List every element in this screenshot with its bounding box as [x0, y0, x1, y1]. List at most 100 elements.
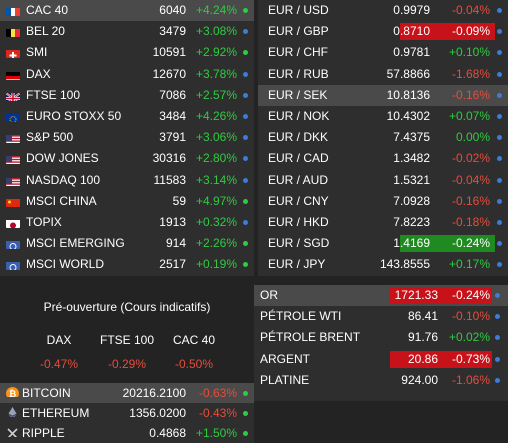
instrument-name: EUR / DKK	[268, 130, 329, 145]
instrument-change: -0.02%	[451, 151, 490, 166]
forex-row[interactable]: EUR / CHF 0.9781 +0.10%	[258, 42, 508, 63]
status-dot-icon	[243, 29, 248, 35]
commodity-row[interactable]: PÉTROLE WTI 86.41 -0.10%	[254, 306, 508, 327]
instrument-name: DOW JONES	[26, 151, 99, 166]
status-dot-icon	[243, 113, 248, 119]
forex-row[interactable]: EUR / AUD 1.5321 -0.04%	[258, 170, 508, 191]
crypto-panel: ₿ BITCOIN 20216.2100 -0.63% ETHEREUM 1356.020…	[0, 383, 254, 443]
crypto-row[interactable]: ₿ BITCOIN 20216.2100 -0.63%	[0, 383, 254, 403]
status-dot-icon	[243, 71, 248, 77]
xrp-icon	[6, 426, 20, 437]
index-row[interactable]: BEL 20 3479 +3.08%	[0, 21, 254, 42]
instrument-value: 10.8136	[386, 87, 430, 102]
instrument-change: +4.24%	[195, 3, 237, 17]
instrument-name: TOPIX	[26, 214, 62, 229]
flag-un-icon	[6, 259, 20, 271]
instrument-change: +3.08%	[195, 24, 237, 39]
commodity-row[interactable]: PLATINE 924.00 -1.06%	[254, 370, 508, 391]
instrument-name: FTSE 100	[26, 87, 81, 102]
forex-row[interactable]: EUR / DKK 7.4375 0.00%	[258, 127, 508, 148]
flag-us-icon	[6, 153, 20, 165]
crypto-list: ₿ BITCOIN 20216.2100 -0.63% ETHEREUM 1356.020…	[0, 383, 254, 443]
instrument-value: 7.4375	[393, 130, 430, 145]
instrument-value: 1.4169	[393, 236, 430, 251]
instrument-name: EUR / NOK	[268, 108, 330, 123]
instrument-name: PLATINE	[260, 372, 310, 387]
instrument-change: +0.02%	[448, 330, 490, 345]
flag-ch-icon	[6, 47, 20, 59]
commodity-row[interactable]: OR 1721.33 -0.24%	[254, 285, 508, 307]
status-dot-icon	[497, 29, 502, 35]
index-row[interactable]: EURO STOXX 50 3484 +4.26%	[0, 106, 254, 127]
status-dot-icon	[243, 92, 248, 98]
instrument-change: -0.04%	[451, 3, 490, 17]
index-row[interactable]: MSCI CHINA 59 +4.97%	[0, 191, 254, 212]
forex-row[interactable]: EUR / RUB 57.8866 -1.68%	[258, 64, 508, 85]
preopen-title: Pré-ouverture (Cours indicatifs)	[43, 300, 211, 314]
flag-gb-icon	[6, 90, 20, 101]
instrument-change: -0.43%	[198, 406, 237, 420]
flag-fr-icon	[6, 5, 20, 16]
status-dot-icon	[497, 113, 502, 119]
forex-row[interactable]: EUR / JPY 143.8555 +0.17%	[258, 254, 508, 275]
status-dot-icon	[497, 241, 502, 247]
instrument-change: +3.78%	[195, 66, 237, 81]
status-dot-icon	[497, 262, 502, 268]
instrument-change: +3.14%	[195, 172, 237, 187]
instrument-change: +1.50%	[195, 426, 237, 440]
flag-un-icon	[6, 238, 20, 250]
svg-text:₿: ₿	[9, 389, 16, 397]
indices-panel: CAC 40 6040 +4.24% BEL 20 3479 +3.08% SMI 10591…	[0, 0, 254, 276]
status-dot-icon	[497, 177, 502, 183]
index-row[interactable]: FTSE 100 7086 +2.57%	[0, 85, 254, 106]
forex-row[interactable]: EUR / CNY 7.0928 -0.16%	[258, 191, 508, 212]
instrument-change: -1.68%	[451, 66, 490, 81]
crypto-row[interactable]: ETHEREUM 1356.0200 -0.43%	[0, 403, 254, 423]
index-row[interactable]: TOPIX 1913 +0.32%	[0, 212, 254, 233]
instrument-value: 20.86	[407, 351, 438, 366]
instrument-change: +0.10%	[448, 45, 490, 60]
commodity-row[interactable]: ARGENT 20.86 -0.73%	[254, 349, 508, 370]
instrument-name: PÉTROLE WTI	[260, 309, 342, 324]
index-row[interactable]: CAC 40 6040 +4.24%	[0, 0, 254, 22]
forex-row[interactable]: EUR / SEK 10.8136 -0.16%	[258, 84, 508, 106]
preopen-val-ftse: -0.29%	[107, 357, 147, 371]
status-dot-icon	[497, 156, 502, 162]
instrument-change: -0.24%	[451, 288, 490, 302]
instrument-name: EUR / AUD	[268, 172, 329, 187]
preopen-col-dax: DAX	[46, 333, 72, 347]
forex-row[interactable]: EUR / NOK 10.4302 +0.07%	[258, 106, 508, 127]
index-row[interactable]: S&P 500 3791 +3.06%	[0, 127, 254, 148]
status-dot-icon	[495, 314, 500, 320]
index-row[interactable]: NASDAQ 100 11583 +3.14%	[0, 170, 254, 191]
instrument-value: 30316	[152, 151, 186, 166]
flag-us-icon	[6, 132, 20, 144]
forex-row[interactable]: EUR / USD 0.9979 -0.04%	[258, 0, 508, 21]
instrument-value: 1.3482	[393, 151, 430, 166]
crypto-row[interactable]: RIPPLE 0.4868 +1.50%	[0, 423, 254, 443]
instrument-change: +2.92%	[195, 45, 237, 60]
index-row[interactable]: MSCI WORLD 2517 +0.19%	[0, 254, 254, 275]
instrument-name: EURO STOXX 50	[26, 108, 122, 123]
status-dot-icon	[495, 293, 500, 298]
index-row[interactable]: MSCI EMERGING 914 +2.26%	[0, 233, 254, 254]
index-row[interactable]: SMI 10591 +2.92%	[0, 42, 254, 63]
preopen-val-cac: -0.50%	[174, 357, 214, 371]
instrument-value: 0.9781	[393, 45, 430, 60]
forex-row[interactable]: EUR / CAD 1.3482 -0.02%	[258, 148, 508, 169]
instrument-change: +3.06%	[195, 130, 237, 145]
instrument-change: -0.16%	[451, 193, 490, 208]
index-row[interactable]: DAX 12670 +3.78%	[0, 64, 254, 85]
forex-row[interactable]: EUR / HKD 7.8223 -0.18%	[258, 212, 508, 233]
forex-row[interactable]: EUR / GBP 0.8710 -0.09%	[258, 21, 508, 42]
status-dot-icon	[495, 356, 500, 362]
forex-row[interactable]: EUR / SGD 1.4169 -0.24%	[258, 233, 508, 254]
index-row[interactable]: DOW JONES 30316 +2.80%	[0, 148, 254, 169]
instrument-name: EUR / SGD	[268, 236, 330, 251]
instrument-name: EUR / HKD	[268, 214, 329, 229]
instrument-name: PÉTROLE BRENT	[260, 330, 361, 345]
commodity-row[interactable]: PÉTROLE BRENT 91.76 +0.02%	[254, 327, 508, 348]
instrument-value: 91.76	[407, 330, 438, 345]
instrument-value: 143.8555	[379, 257, 430, 272]
instrument-value: 3484	[159, 108, 186, 123]
